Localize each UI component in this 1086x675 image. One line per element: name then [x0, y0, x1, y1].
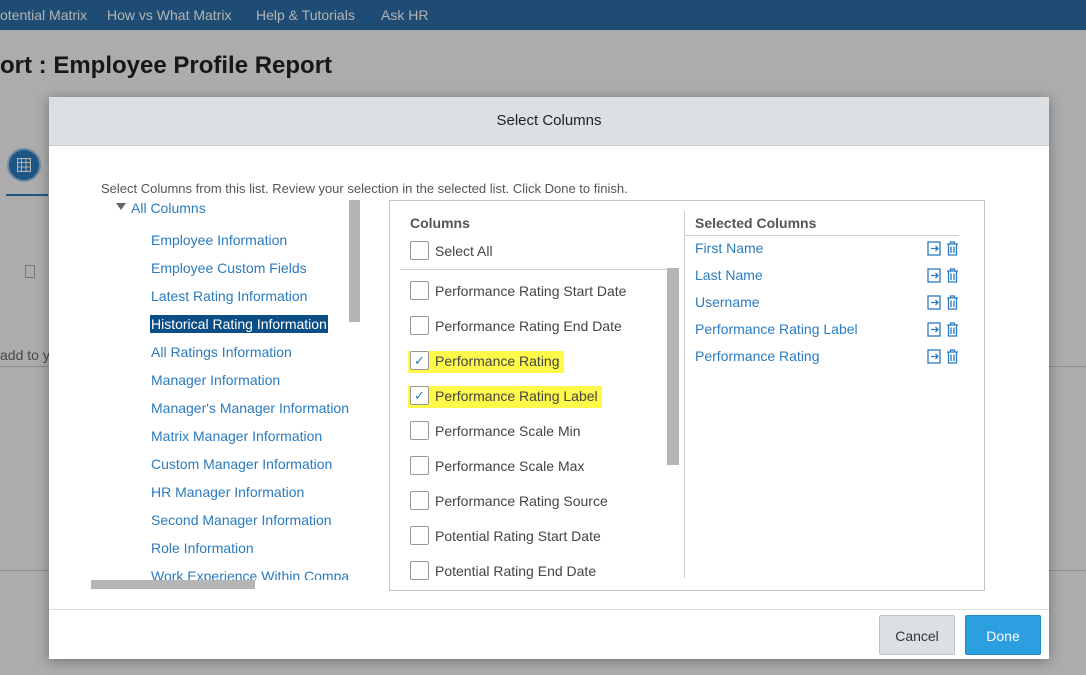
divider	[684, 235, 959, 236]
selected-item-actions	[927, 268, 961, 284]
divider	[400, 269, 668, 270]
trash-icon[interactable]	[946, 295, 959, 310]
instructions-text: Select Columns from this list. Review yo…	[101, 181, 628, 196]
tree-item-employee-information[interactable]: Employee Information	[151, 231, 287, 249]
selected-item-actions	[927, 241, 961, 257]
column-option[interactable]: Potential Rating Start Date	[410, 526, 601, 548]
selected-item-actions	[927, 322, 961, 338]
column-option[interactable]: Performance Rating Start Date	[410, 281, 626, 303]
move-icon[interactable]	[927, 241, 942, 256]
trash-icon[interactable]	[946, 268, 959, 283]
column-option-highlighted[interactable]: ✓ Performance Rating Label	[408, 386, 602, 408]
columns-scrollbar[interactable]	[667, 268, 679, 465]
selected-item-performance-rating-label[interactable]: Performance Rating Label	[695, 321, 858, 337]
move-icon[interactable]	[927, 322, 942, 337]
column-category-tree: All Columns Employee Information Employe…	[101, 200, 369, 580]
tree-item-matrix-manager-information[interactable]: Matrix Manager Information	[151, 427, 322, 445]
checkbox[interactable]	[410, 456, 429, 475]
tree-item-managers-manager-information[interactable]: Manager's Manager Information	[151, 399, 349, 417]
checkbox[interactable]	[410, 561, 429, 580]
checkbox[interactable]	[410, 421, 429, 440]
checkbox[interactable]	[410, 491, 429, 510]
caret-down-icon[interactable]	[116, 203, 126, 210]
check-icon: ✓	[414, 353, 425, 368]
columns-header: Columns	[410, 215, 470, 231]
tree-item-manager-information[interactable]: Manager Information	[151, 371, 280, 389]
trash-icon[interactable]	[946, 349, 959, 364]
check-icon: ✓	[414, 388, 425, 403]
tree-root-all-columns[interactable]: All Columns	[116, 200, 206, 216]
move-icon[interactable]	[927, 295, 942, 310]
checkbox-checked[interactable]: ✓	[410, 386, 429, 405]
select-all-checkbox[interactable]: Select All	[410, 241, 493, 263]
selected-item-username[interactable]: Username	[695, 294, 760, 310]
done-button[interactable]: Done	[965, 615, 1041, 655]
column-option[interactable]: Performance Rating End Date	[410, 316, 622, 338]
tree-item-employee-custom-fields[interactable]: Employee Custom Fields	[151, 259, 307, 277]
tree-item-historical-rating-information[interactable]: Historical Rating Information	[150, 315, 328, 333]
selected-item-actions	[927, 295, 961, 311]
select-columns-dialog: Select Columns Select Columns from this …	[49, 97, 1049, 659]
divider	[684, 211, 685, 578]
tree-item-work-experience[interactable]: Work Experience Within Compa	[151, 567, 349, 580]
tree-item-role-information[interactable]: Role Information	[151, 539, 254, 557]
tree-horizontal-scrollbar[interactable]	[91, 580, 255, 589]
tree-item-latest-rating-information[interactable]: Latest Rating Information	[151, 287, 307, 305]
tree-item-hr-manager-information[interactable]: HR Manager Information	[151, 483, 304, 501]
checkbox[interactable]	[410, 281, 429, 300]
tree-item-second-manager-information[interactable]: Second Manager Information	[151, 511, 332, 529]
checkbox[interactable]	[410, 241, 429, 260]
tree-item-custom-manager-information[interactable]: Custom Manager Information	[151, 455, 332, 473]
selected-item-actions	[927, 349, 961, 365]
selected-columns-header: Selected Columns	[695, 215, 817, 231]
checkbox[interactable]	[410, 526, 429, 545]
tree-vertical-scrollbar[interactable]	[349, 200, 360, 322]
checkbox[interactable]	[410, 316, 429, 335]
checkbox-checked[interactable]: ✓	[410, 351, 429, 370]
trash-icon[interactable]	[946, 322, 959, 337]
column-option[interactable]: Performance Rating Source	[410, 491, 608, 513]
move-icon[interactable]	[927, 268, 942, 283]
cancel-button[interactable]: Cancel	[879, 615, 955, 655]
dialog-title: Select Columns	[49, 97, 1049, 146]
columns-panel: Columns Selected Columns Select All Perf…	[389, 200, 985, 591]
tree-item-all-ratings-information[interactable]: All Ratings Information	[151, 343, 292, 361]
selected-item-last-name[interactable]: Last Name	[695, 267, 763, 283]
selected-item-performance-rating[interactable]: Performance Rating	[695, 348, 820, 364]
trash-icon[interactable]	[946, 241, 959, 256]
column-option[interactable]: Performance Scale Max	[410, 456, 584, 478]
selected-item-first-name[interactable]: First Name	[695, 240, 763, 256]
column-option[interactable]: Potential Rating End Date	[410, 561, 596, 583]
column-option[interactable]: Performance Scale Min	[410, 421, 581, 443]
divider	[49, 609, 1049, 610]
column-option-highlighted[interactable]: ✓ Performance Rating	[408, 351, 564, 373]
move-icon[interactable]	[927, 349, 942, 364]
